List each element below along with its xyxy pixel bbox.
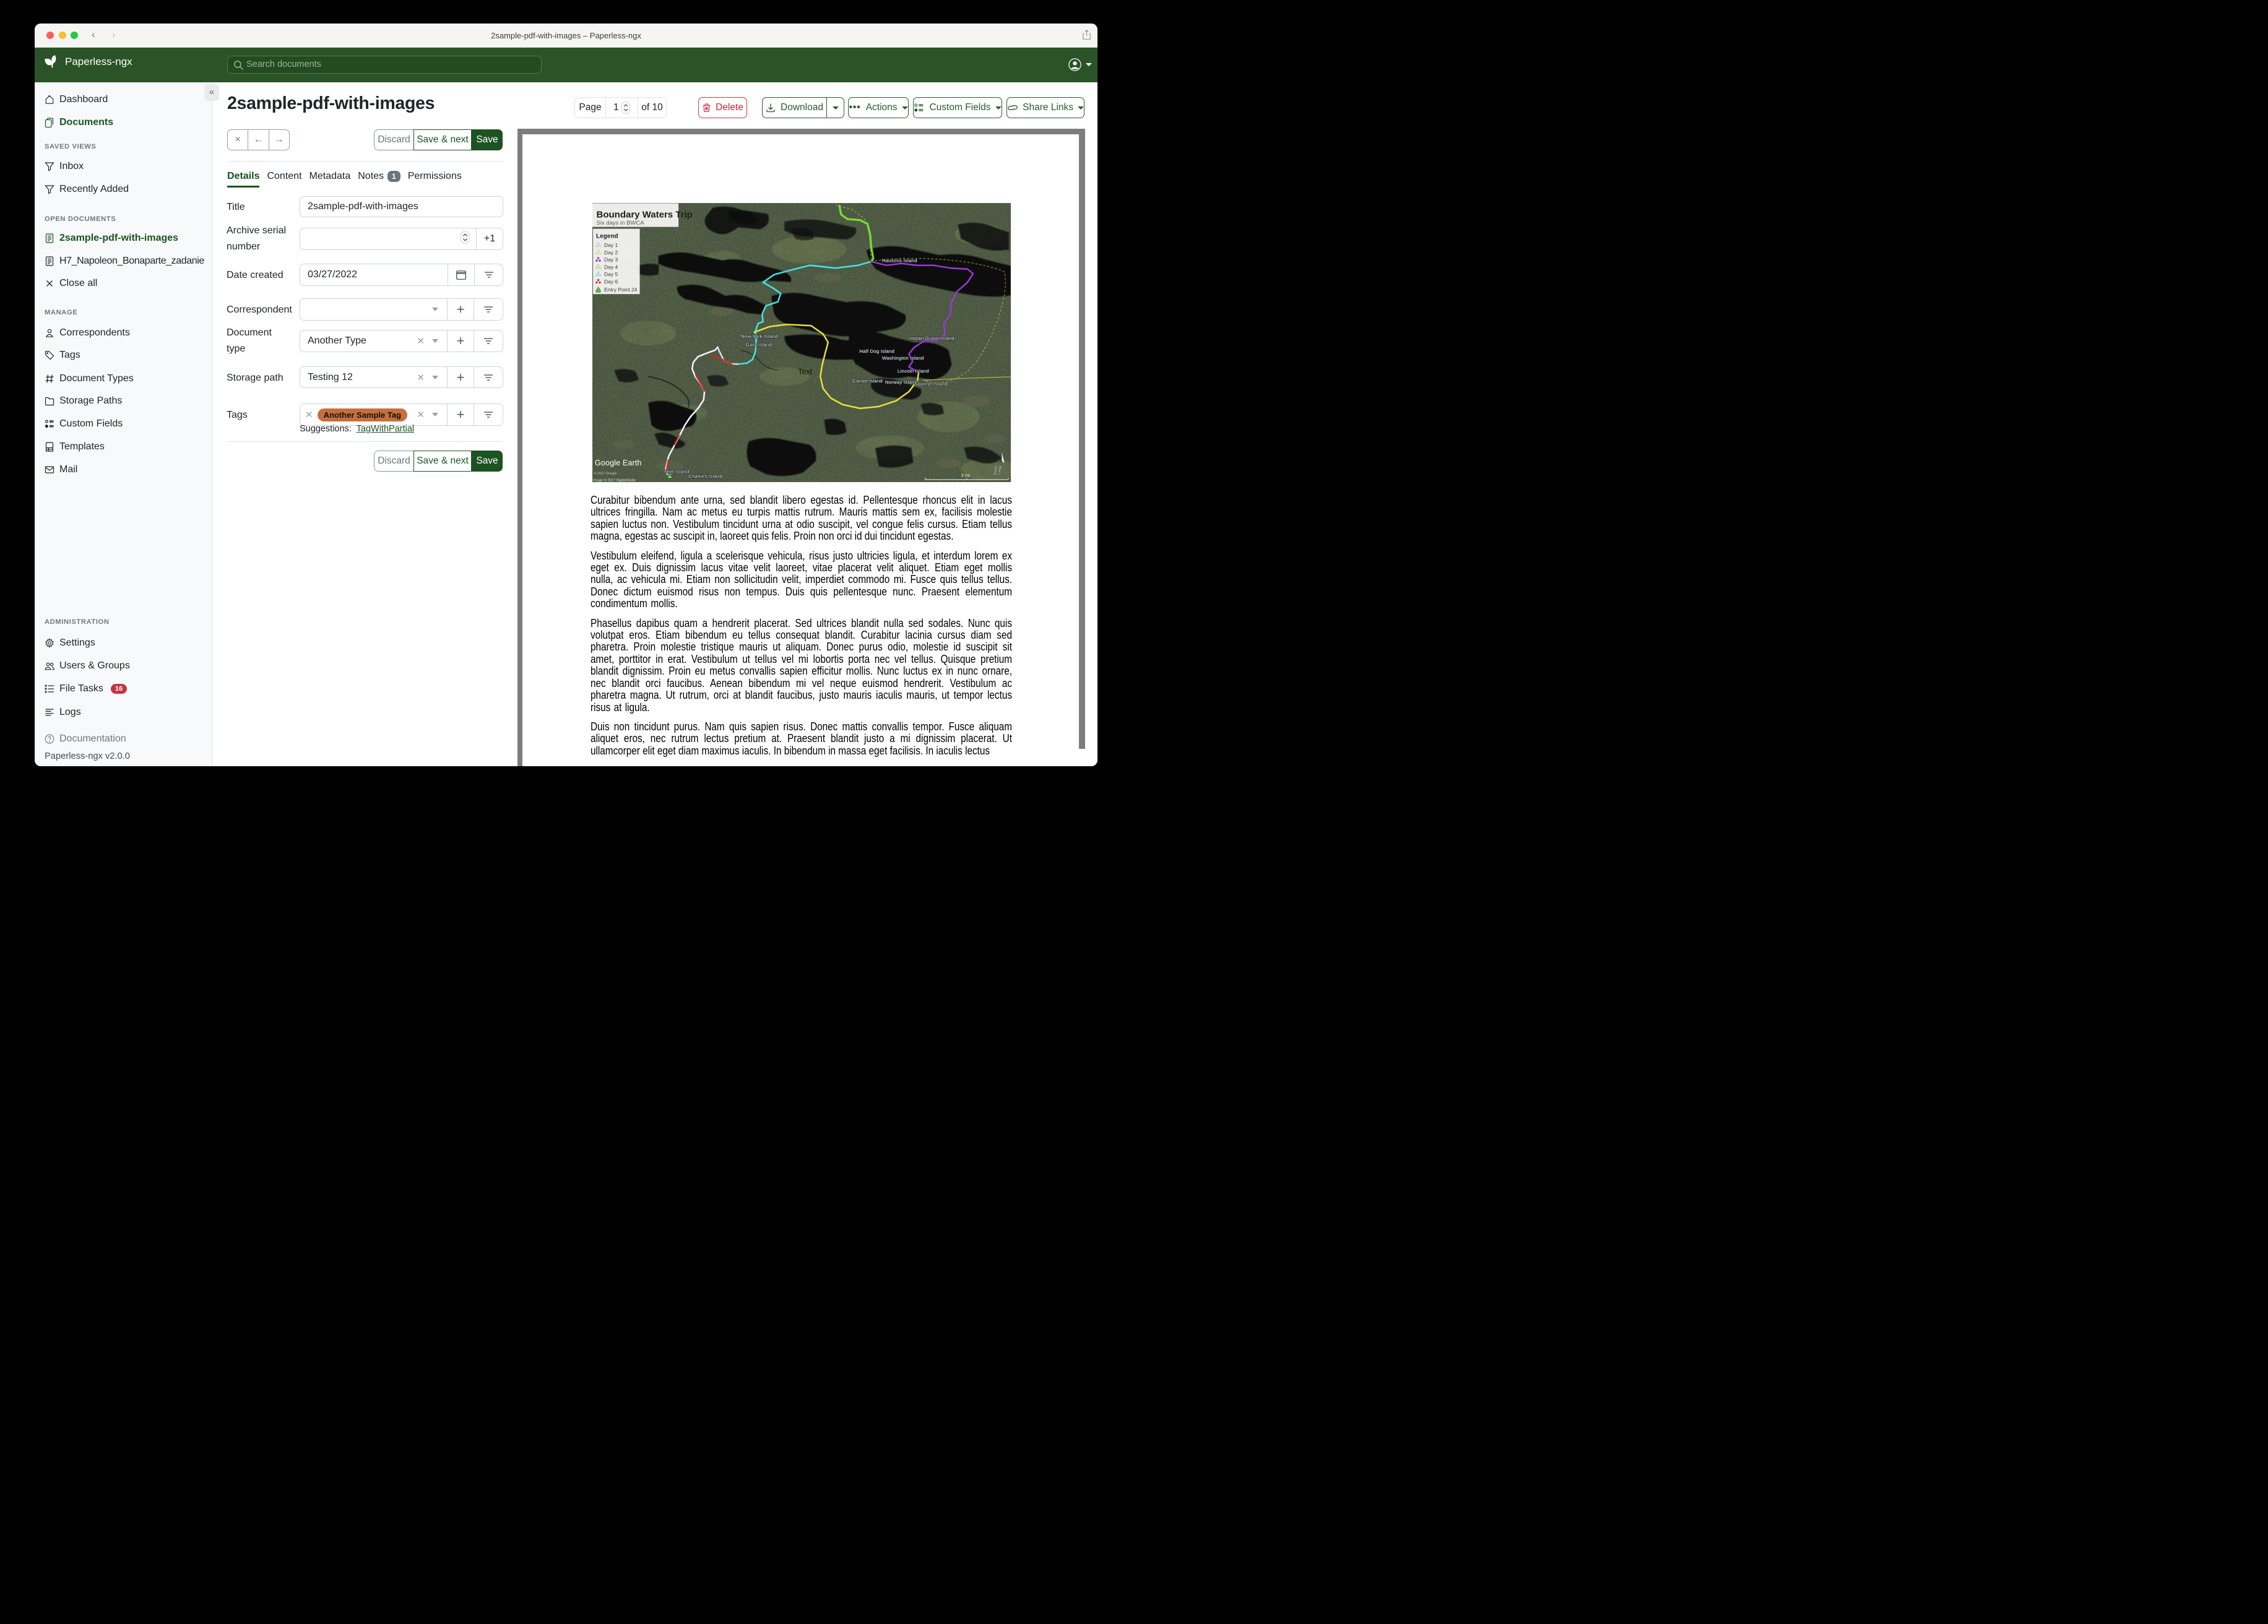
svg-text:N: N (993, 464, 1002, 477)
svg-text:Day 5: Day 5 (604, 271, 618, 277)
svg-text:Image © 2017 DigitalGlobe: Image © 2017 DigitalGlobe (593, 478, 636, 482)
svg-text:Day 4: Day 4 (604, 264, 618, 270)
svg-text:Boundary Waters Trip: Boundary Waters Trip (597, 210, 693, 220)
svg-text:Canoe Island: Canoe Island (852, 378, 883, 384)
svg-text:Squirrel Island: Squirrel Island (914, 381, 947, 386)
svg-text:Legend: Legend (596, 233, 618, 240)
svg-text:3 mi: 3 mi (961, 472, 970, 478)
svg-text:Day 2: Day 2 (604, 249, 618, 256)
svg-text:Gary Island: Gary Island (746, 342, 772, 348)
svg-text:Day 6: Day 6 (604, 279, 618, 285)
svg-text:Six days in BWCA: Six days in BWCA (597, 220, 645, 227)
svg-text:Lincoln Island: Lincoln Island (898, 368, 929, 374)
svg-text:Day 1: Day 1 (604, 242, 618, 248)
svg-text:Google Earth: Google Earth (595, 459, 641, 467)
svg-text:Text: Text (798, 368, 812, 376)
svg-text:Hausons Island: Hausons Island (882, 258, 917, 264)
svg-text:Mile Island: Mile Island (665, 469, 690, 474)
svg-text:Day 3: Day 3 (604, 257, 618, 263)
svg-text:© 2017 Google: © 2017 Google (594, 471, 617, 475)
svg-text:Norway Island: Norway Island (885, 379, 917, 385)
svg-text:Entry Point 24: Entry Point 24 (604, 287, 638, 293)
svg-text:Half Dog Island: Half Dog Island (859, 348, 894, 354)
svg-text:Indian Grave Island: Indian Grave Island (910, 335, 954, 341)
svg-text:Washington Island: Washington Island (882, 355, 924, 361)
svg-text:New York Island: New York Island (741, 334, 777, 339)
svg-text:Charlies Island: Charlies Island (688, 473, 722, 479)
